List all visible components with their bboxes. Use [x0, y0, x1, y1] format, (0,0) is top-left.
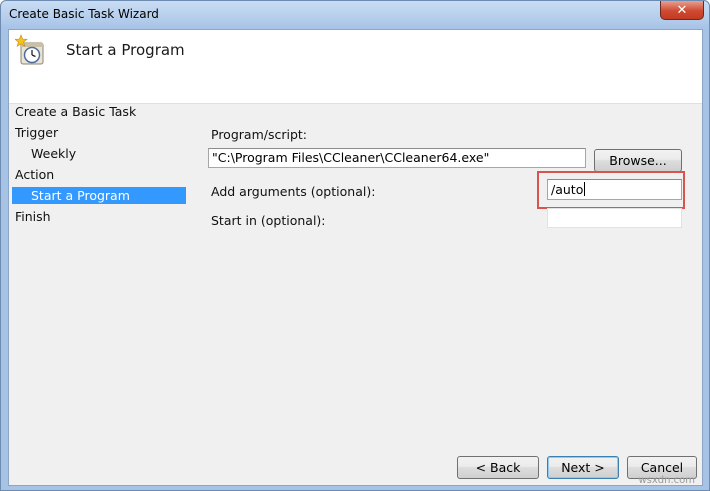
step-weekly[interactable]: Weekly: [31, 146, 76, 162]
program-script-input[interactable]: "C:\Program Files\CCleaner\CCleaner64.ex…: [208, 148, 586, 168]
wizard-client-area: Start a Program Create a Basic Task Trig…: [8, 29, 703, 486]
step-start-a-program[interactable]: Start a Program: [12, 187, 186, 204]
browse-button[interactable]: Browse...: [594, 149, 682, 172]
step-create-basic-task[interactable]: Create a Basic Task: [15, 104, 136, 120]
arguments-label: Add arguments (optional):: [211, 184, 376, 199]
step-trigger[interactable]: Trigger: [15, 125, 58, 141]
task-scheduler-clock-icon: [14, 34, 47, 68]
close-icon: ✕: [676, 2, 688, 18]
step-start-a-program-label: Start a Program: [31, 188, 130, 203]
start-in-input[interactable]: [547, 208, 682, 228]
step-finish[interactable]: Finish: [15, 209, 51, 225]
wizard-steps-nav: Create a Basic Task Trigger Weekly Actio…: [9, 104, 194, 404]
step-action[interactable]: Action: [15, 167, 54, 183]
title-bar[interactable]: Create Basic Task Wizard ✕: [1, 1, 709, 29]
annotation-highlight-box: [537, 171, 685, 209]
window-title: Create Basic Task Wizard: [9, 7, 159, 21]
page-title: Start a Program: [66, 41, 185, 59]
program-script-label: Program/script:: [211, 127, 307, 142]
next-button[interactable]: Next >: [547, 456, 619, 479]
back-button[interactable]: < Back: [457, 456, 539, 479]
start-in-label: Start in (optional):: [211, 213, 326, 228]
wizard-header: Start a Program: [9, 30, 702, 104]
wizard-window: Create Basic Task Wizard ✕ Start a Progr…: [0, 0, 710, 491]
watermark: wsxdn.com: [638, 475, 695, 486]
close-button[interactable]: ✕: [660, 1, 704, 20]
